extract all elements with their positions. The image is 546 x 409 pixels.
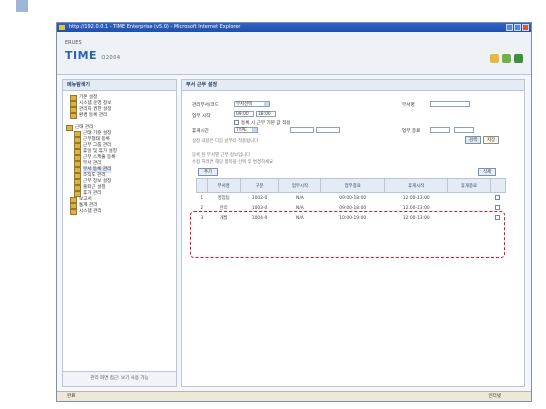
title-bar: http://192.0.0.1 - TIME Enterprise (v5.0… [57, 23, 531, 32]
row-checkbox[interactable] [495, 204, 501, 210]
status-bar: 완료 인터넷 [57, 391, 531, 401]
corner-mark [16, 0, 28, 12]
dept-name-input[interactable] [430, 101, 470, 107]
work-time-label: 업무 시작 [192, 114, 211, 119]
col-header: 업무시작 [278, 178, 322, 193]
ie-icon [59, 25, 65, 30]
sidebar-item-label: 환경 등록 관리 [79, 113, 108, 118]
home-icon[interactable] [490, 54, 499, 63]
highlight-box [190, 211, 505, 258]
maximize-button[interactable] [514, 24, 521, 31]
search-button[interactable]: 검색 [465, 136, 481, 144]
folder-icon [70, 113, 77, 119]
minimize-button[interactable] [506, 24, 513, 31]
status-right: 인터넷 [488, 394, 501, 399]
table-cell [448, 193, 490, 204]
save-button[interactable]: 저장 [483, 136, 499, 144]
app-logo: TIME Q2004 [65, 49, 121, 62]
window-title: http://192.0.0.1 - TIME Enterprise (v5.0… [69, 24, 241, 30]
logout-icon[interactable] [514, 54, 523, 63]
logo-sub: Q2004 [101, 55, 121, 61]
folder-icon [70, 209, 77, 215]
col-header: 업무종료 [320, 178, 385, 193]
col-check [196, 178, 208, 193]
break-start-input[interactable] [290, 127, 314, 133]
sidebar-item-label: 시스템 관리 [79, 209, 102, 214]
reg-check-label: 등록 시 근무 기본 값 적용 [241, 121, 291, 126]
time-start-input[interactable]: 09:00 [234, 111, 254, 117]
col-header: 구분 [239, 178, 280, 193]
dept-name-label: 부서명 [402, 103, 415, 108]
sidebar-footer: 관리 화면 접근: 보기 사용 가능 [63, 371, 176, 386]
window-controls [506, 24, 529, 31]
add-button[interactable]: 추가 [198, 168, 218, 176]
close-button[interactable] [522, 24, 529, 31]
delete-button[interactable]: 삭제 [478, 168, 496, 176]
brand-small: ERUES [65, 40, 82, 46]
table-row[interactable]: 1 영업팀 1002-0 N/A 09:00-18:00 12:00-13:00 [197, 193, 506, 204]
break-time-label: 휴게시간 [192, 129, 209, 134]
sidebar: 메뉴탐색기 기본 설정 시스템 운영 정보 관리자 권한 설정 환경 등록 관리 근태 … [62, 79, 177, 387]
col-select [489, 178, 507, 193]
reg-checkbox[interactable] [234, 120, 239, 125]
time-end-input[interactable]: 18:00 [256, 111, 276, 117]
col-header: 휴게종료 [447, 178, 491, 193]
status-left: 완료 [67, 394, 76, 399]
col-header: 부서명 [206, 178, 241, 193]
table-cell: 09:00-18:00 [339, 195, 367, 201]
table-header-row: 부서명 구분 업무시작 업무종료 휴게시작 휴게종료 [196, 178, 507, 193]
row-select [490, 193, 505, 204]
main-title: 부서 근무 설정 [182, 80, 524, 91]
help-icon[interactable] [502, 54, 511, 63]
app-header: ERUES TIME Q2004 [57, 32, 531, 75]
end-time-input-2[interactable] [454, 127, 474, 133]
break-end-input[interactable] [316, 127, 340, 133]
end-time-label: 업무 종료 [402, 129, 421, 134]
col-header: 휴게시작 [383, 178, 449, 193]
table-cell: 1002-0 [251, 195, 268, 201]
note-edit: 수정 하려면 해당 항목을 선택 후 변경하세요 [192, 160, 274, 165]
table-cell: 영업팀 [217, 196, 230, 201]
header-icons [490, 54, 523, 63]
logo-text: TIME [65, 49, 98, 62]
row-number: 1 [200, 195, 204, 201]
menu-tree: 기본 설정 시스템 운영 정보 관리자 권한 설정 환경 등록 관리 근태 관리 근태 기… [63, 91, 176, 219]
sidebar-title: 메뉴탐색기 [63, 80, 176, 91]
note-apply: 설정 내용은 다음 날부터 적용됩니다 [192, 139, 259, 144]
row-checkbox[interactable] [495, 194, 501, 200]
folder-icon [66, 125, 73, 131]
type-select[interactable]: TYPE [234, 127, 258, 133]
table-cell: N/A [296, 195, 304, 201]
dept-select[interactable]: 부서선택 [234, 101, 270, 107]
note-list: 등록 된 부서별 근무 정보입니다 [192, 153, 251, 158]
dept-code-label: 관리부서/코드 [192, 103, 219, 108]
table-cell: 12:00-13:00 [402, 195, 430, 201]
end-time-input[interactable] [430, 127, 450, 133]
sidebar-item[interactable]: 시스템 관리 [66, 209, 173, 215]
